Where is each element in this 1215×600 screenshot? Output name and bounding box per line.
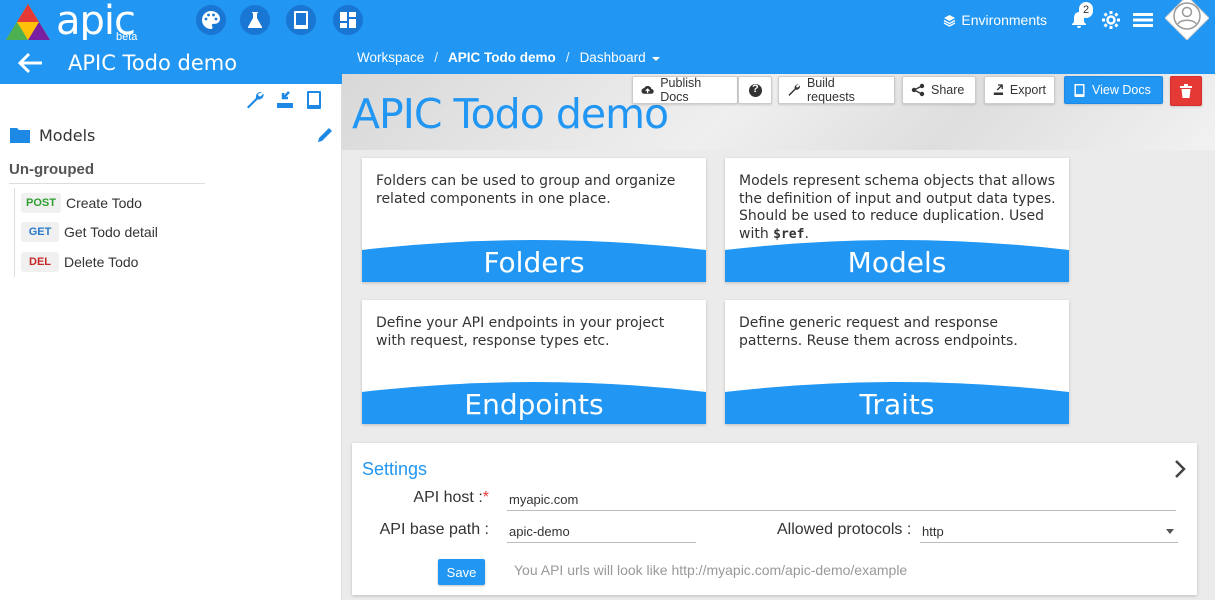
left-sidebar: Models Un-grouped POST Create Todo GET G…: [0, 84, 342, 600]
api-url-hint: You API urls will look like http://myapi…: [514, 562, 908, 578]
build-requests-button[interactable]: Build requests: [778, 76, 895, 104]
breadcrumb-project[interactable]: APIC Todo demo: [448, 50, 556, 65]
sidebar-toolbar: [245, 90, 323, 110]
view-docs-button[interactable]: View Docs: [1064, 76, 1163, 104]
project-hero: APIC Todo demo Publish Docs ? Build requ…: [342, 74, 1215, 150]
endpoint-list: POST Create Todo GET Get Todo detail DEL…: [14, 188, 214, 277]
build-requests-label: Build requests: [806, 76, 855, 104]
api-host-label: API host :*: [413, 489, 489, 507]
view-docs-label: View Docs: [1092, 83, 1151, 97]
card-title: Endpoints: [464, 388, 604, 421]
book-icon[interactable]: [286, 5, 316, 35]
share-button[interactable]: Share: [902, 76, 976, 104]
method-badge-del: DEL: [21, 251, 59, 272]
user-avatar[interactable]: [1164, 0, 1210, 41]
settings-panel: Settings API host :* API base path : All…: [352, 443, 1197, 595]
api-host-input[interactable]: [507, 489, 1176, 511]
layers-icon: [944, 14, 956, 27]
allowed-protocols-label: Allowed protocols :: [777, 521, 912, 538]
delete-project-button[interactable]: [1170, 76, 1202, 106]
caret-down-icon: [1166, 529, 1174, 534]
app-logo[interactable]: apic beta: [4, 0, 144, 44]
api-base-path-input[interactable]: [507, 521, 696, 543]
book-icon: [1074, 83, 1085, 97]
traits-card[interactable]: Define generic request and response patt…: [725, 300, 1069, 424]
chevron-right-icon[interactable]: [1173, 459, 1187, 479]
breadcrumb-dashboard-dropdown[interactable]: Dashboard: [580, 50, 661, 65]
card-description: Define generic request and response patt…: [739, 315, 1018, 349]
breadcrumb-workspace[interactable]: Workspace: [357, 50, 424, 65]
endpoint-item-delete-todo[interactable]: DEL Delete Todo: [15, 247, 214, 277]
allowed-protocols-select[interactable]: http: [920, 521, 1178, 543]
import-icon[interactable]: [275, 90, 295, 110]
gear-icon[interactable]: [1101, 0, 1121, 40]
export-icon: [993, 84, 1004, 96]
breadcrumb-separator: /: [565, 50, 570, 65]
required-marker: *: [482, 489, 489, 506]
help-button[interactable]: ?: [738, 76, 772, 104]
environments-label: Environments: [961, 12, 1047, 28]
breadcrumb-separator: /: [434, 50, 439, 65]
settings-title: Settings: [362, 459, 428, 479]
folder-icon: [10, 128, 30, 143]
notification-count-badge: 2: [1079, 2, 1093, 18]
endpoint-label: Create Todo: [65, 194, 142, 211]
export-label: Export: [1009, 83, 1046, 97]
endpoint-item-get-todo-detail[interactable]: GET Get Todo detail: [15, 218, 214, 248]
hamburger-menu-icon[interactable]: [1133, 0, 1153, 40]
card-description: Define your API endpoints in your projec…: [376, 315, 665, 349]
method-badge-post: POST: [21, 192, 61, 213]
endpoints-card[interactable]: Define your API endpoints in your projec…: [362, 300, 706, 424]
models-card[interactable]: Models represent schema objects that all…: [725, 158, 1069, 282]
card-title: Traits: [859, 388, 935, 421]
api-host-label-text: API host :: [413, 489, 483, 506]
divider: [9, 183, 205, 184]
card-description: Models represent schema objects that all…: [739, 173, 1057, 243]
folders-card[interactable]: Folders can be used to group and organiz…: [362, 158, 706, 282]
book-icon[interactable]: [305, 90, 323, 110]
publish-docs-label: Publish Docs: [660, 76, 702, 104]
models-label: Models: [39, 126, 96, 145]
flask-icon[interactable]: [240, 5, 270, 35]
share-label: Share: [931, 83, 965, 97]
dashboard-icon[interactable]: [333, 5, 363, 35]
trash-icon: [1180, 84, 1192, 98]
help-label: ?: [752, 83, 759, 95]
card-title: Models: [847, 246, 947, 279]
wrench-icon[interactable]: [245, 90, 265, 110]
wrench-icon: [788, 84, 801, 96]
ungrouped-heading: Un-grouped: [9, 161, 94, 178]
breadcrumb: Workspace / APIC Todo demo / Dashboard: [357, 50, 661, 65]
card-description: Folders can be used to group and organiz…: [376, 173, 676, 207]
environments-menu[interactable]: Environments: [943, 0, 1047, 40]
back-arrow-icon[interactable]: [16, 51, 44, 75]
share-icon: [911, 83, 925, 97]
cloud-upload-icon: [641, 86, 654, 94]
page-title: APIC Todo demo: [352, 90, 669, 138]
endpoint-label: Delete Todo: [64, 253, 139, 270]
apic-logo-icon: [6, 4, 50, 40]
publish-docs-button[interactable]: Publish Docs: [632, 76, 738, 104]
caret-down-icon: [652, 57, 661, 61]
protocols-selected-value: http: [922, 524, 944, 539]
pencil-icon[interactable]: [316, 126, 334, 144]
project-title: APIC Todo demo: [68, 51, 238, 75]
card-title: Folders: [483, 246, 585, 279]
breadcrumb-bar: Workspace / APIC Todo demo / Dashboard: [342, 40, 1215, 74]
save-button[interactable]: Save: [438, 559, 485, 585]
api-base-path-label: API base path :: [379, 521, 489, 538]
endpoint-label: Get Todo detail: [64, 224, 158, 241]
project-header: APIC Todo demo: [0, 40, 342, 84]
method-badge-get: GET: [21, 222, 59, 243]
top-bar: apic beta Environments 2: [0, 0, 1215, 44]
export-button[interactable]: Export: [984, 76, 1055, 104]
models-section[interactable]: Models: [9, 124, 334, 148]
breadcrumb-dashboard: Dashboard: [579, 50, 646, 65]
palette-icon[interactable]: [196, 5, 226, 35]
endpoint-item-create-todo[interactable]: POST Create Todo: [15, 188, 214, 218]
